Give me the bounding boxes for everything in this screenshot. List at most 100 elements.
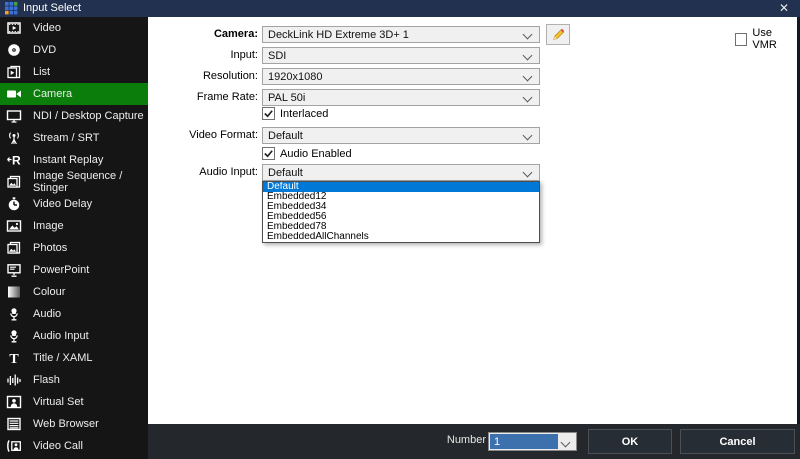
sidebar-item-stream-srt[interactable]: Stream / SRT: [0, 127, 148, 149]
sidebar-item-label: Camera: [33, 88, 72, 100]
powerpoint-icon: [5, 262, 23, 278]
image-icon: [5, 218, 23, 234]
number-select[interactable]: 1: [488, 432, 577, 451]
sidebar-item-audio[interactable]: Audio: [0, 303, 148, 325]
svg-text:R: R: [12, 154, 21, 168]
sidebar-item-image[interactable]: Image: [0, 215, 148, 237]
frame-rate-select[interactable]: PAL 50i: [262, 89, 540, 106]
footer-bar: Number 1 OK Cancel: [148, 424, 800, 459]
sidebar-item-list[interactable]: List: [0, 61, 148, 83]
audio-input-option-embedded34[interactable]: Embedded34: [263, 202, 539, 212]
vmix-logo-icon: [5, 2, 18, 15]
sidebar-item-label: Video Delay: [33, 198, 92, 210]
sidebar-item-label: Image: [33, 220, 64, 232]
use-vmr-row: Use VMR: [735, 27, 797, 51]
interlaced-checkbox[interactable]: [262, 107, 275, 120]
camera-label: Camera:: [152, 28, 258, 40]
sidebar-item-flash[interactable]: Flash: [0, 369, 148, 391]
audio-input-option-embeddedallchannels[interactable]: EmbeddedAllChannels: [263, 232, 539, 242]
sidebar-item-label: Virtual Set: [33, 396, 84, 408]
input-label: Input:: [152, 49, 258, 61]
sidebar-item-camera[interactable]: Camera: [0, 83, 148, 105]
stream-srt-icon: [5, 130, 23, 146]
audio-input-option-embedded78[interactable]: Embedded78: [263, 222, 539, 232]
input-value: SDI: [268, 50, 286, 62]
audio-input-label: Audio Input:: [152, 166, 258, 178]
chevron-down-icon: [523, 93, 533, 103]
sidebar-item-label: Web Browser: [33, 418, 99, 430]
ok-button[interactable]: OK: [588, 429, 672, 454]
sidebar-item-label: Title / XAML: [33, 352, 93, 364]
chevron-down-icon: [523, 72, 533, 82]
chevron-down-icon: [561, 438, 571, 448]
audio-input-option-embedded56[interactable]: Embedded56: [263, 212, 539, 222]
camera-settings-panel: Camera: DeckLink HD Extreme 3D+ 1 Use VM…: [148, 17, 797, 424]
chevron-down-icon: [523, 51, 533, 61]
camera-value: DeckLink HD Extreme 3D+ 1: [268, 29, 409, 41]
video-format-select[interactable]: Default: [262, 127, 540, 144]
svg-text:T: T: [9, 352, 19, 366]
video-call-icon: [5, 438, 23, 454]
audio-input-option-default[interactable]: Default: [263, 182, 539, 192]
sidebar-item-dvd[interactable]: DVD: [0, 39, 148, 61]
audio-input-select[interactable]: Default: [262, 164, 540, 181]
ndi-desktop-capture-icon: [5, 108, 23, 124]
audio-icon: [5, 306, 23, 322]
video-format-label: Video Format:: [152, 129, 258, 141]
video-format-value: Default: [268, 130, 303, 142]
sidebar-item-label: Audio: [33, 308, 61, 320]
colour-icon: [5, 284, 23, 300]
frame-rate-value: PAL 50i: [268, 92, 305, 104]
flash-icon: [5, 372, 23, 388]
sidebar-item-title-xaml[interactable]: T Title / XAML: [0, 347, 148, 369]
pencil-icon: [551, 27, 566, 42]
sidebar-item-label: Instant Replay: [33, 154, 103, 166]
sidebar-item-ndi-desktop-capture[interactable]: NDI / Desktop Capture: [0, 105, 148, 127]
sidebar-item-web-browser[interactable]: Web Browser: [0, 413, 148, 435]
image-sequence-stinger-icon: [5, 174, 23, 190]
sidebar-item-label: List: [33, 66, 50, 78]
sidebar-item-photos[interactable]: Photos: [0, 237, 148, 259]
window-title: Input Select: [23, 2, 81, 14]
sidebar-item-colour[interactable]: Colour: [0, 281, 148, 303]
title-bar: Input Select ✕: [0, 0, 800, 17]
audio-input-dropdown-list: DefaultEmbedded12Embedded34Embedded56Emb…: [262, 181, 540, 243]
dvd-icon: [5, 42, 23, 58]
sidebar-item-powerpoint[interactable]: PowerPoint: [0, 259, 148, 281]
edit-camera-button[interactable]: [546, 24, 570, 45]
sidebar-item-video[interactable]: Video: [0, 17, 148, 39]
sidebar-item-audio-input[interactable]: Audio Input: [0, 325, 148, 347]
sidebar-item-label: Audio Input: [33, 330, 89, 342]
resolution-select[interactable]: 1920x1080: [262, 68, 540, 85]
sidebar-item-instant-replay[interactable]: R Instant Replay: [0, 149, 148, 171]
audio-enabled-label: Audio Enabled: [280, 148, 352, 160]
camera-select[interactable]: DeckLink HD Extreme 3D+ 1: [262, 26, 540, 43]
list-icon: [5, 64, 23, 80]
check-icon: [263, 148, 274, 159]
check-icon: [263, 108, 274, 119]
audio-enabled-checkbox[interactable]: [262, 147, 275, 160]
input-select-window: Input Select ✕ Video DVD List Camera NDI / D…: [0, 0, 800, 459]
cancel-button[interactable]: Cancel: [680, 429, 795, 454]
close-icon[interactable]: ✕: [779, 1, 789, 16]
resolution-label: Resolution:: [152, 70, 258, 82]
chevron-down-icon: [523, 30, 533, 40]
use-vmr-checkbox[interactable]: [735, 33, 747, 46]
number-value: 1: [490, 434, 558, 449]
sidebar-item-virtual-set[interactable]: Virtual Set: [0, 391, 148, 413]
input-select[interactable]: SDI: [262, 47, 540, 64]
sidebar-item-image-sequence-stinger[interactable]: Image Sequence / Stinger: [0, 171, 148, 193]
sidebar-item-label: NDI / Desktop Capture: [33, 110, 144, 122]
camera-icon: [5, 86, 23, 102]
web-browser-icon: [5, 416, 23, 432]
sidebar-item-label: DVD: [33, 44, 56, 56]
sidebar-item-label: PowerPoint: [33, 264, 89, 276]
sidebar-item-video-call[interactable]: Video Call: [0, 435, 148, 457]
sidebar-item-label: Video: [33, 22, 61, 34]
audio-enabled-row: Audio Enabled: [262, 147, 352, 160]
sidebar-item-label: Stream / SRT: [33, 132, 99, 144]
sidebar-item-video-delay[interactable]: Video Delay: [0, 193, 148, 215]
audio-input-option-embedded12[interactable]: Embedded12: [263, 192, 539, 202]
sidebar-item-label: Video Call: [33, 440, 83, 452]
photos-icon: [5, 240, 23, 256]
